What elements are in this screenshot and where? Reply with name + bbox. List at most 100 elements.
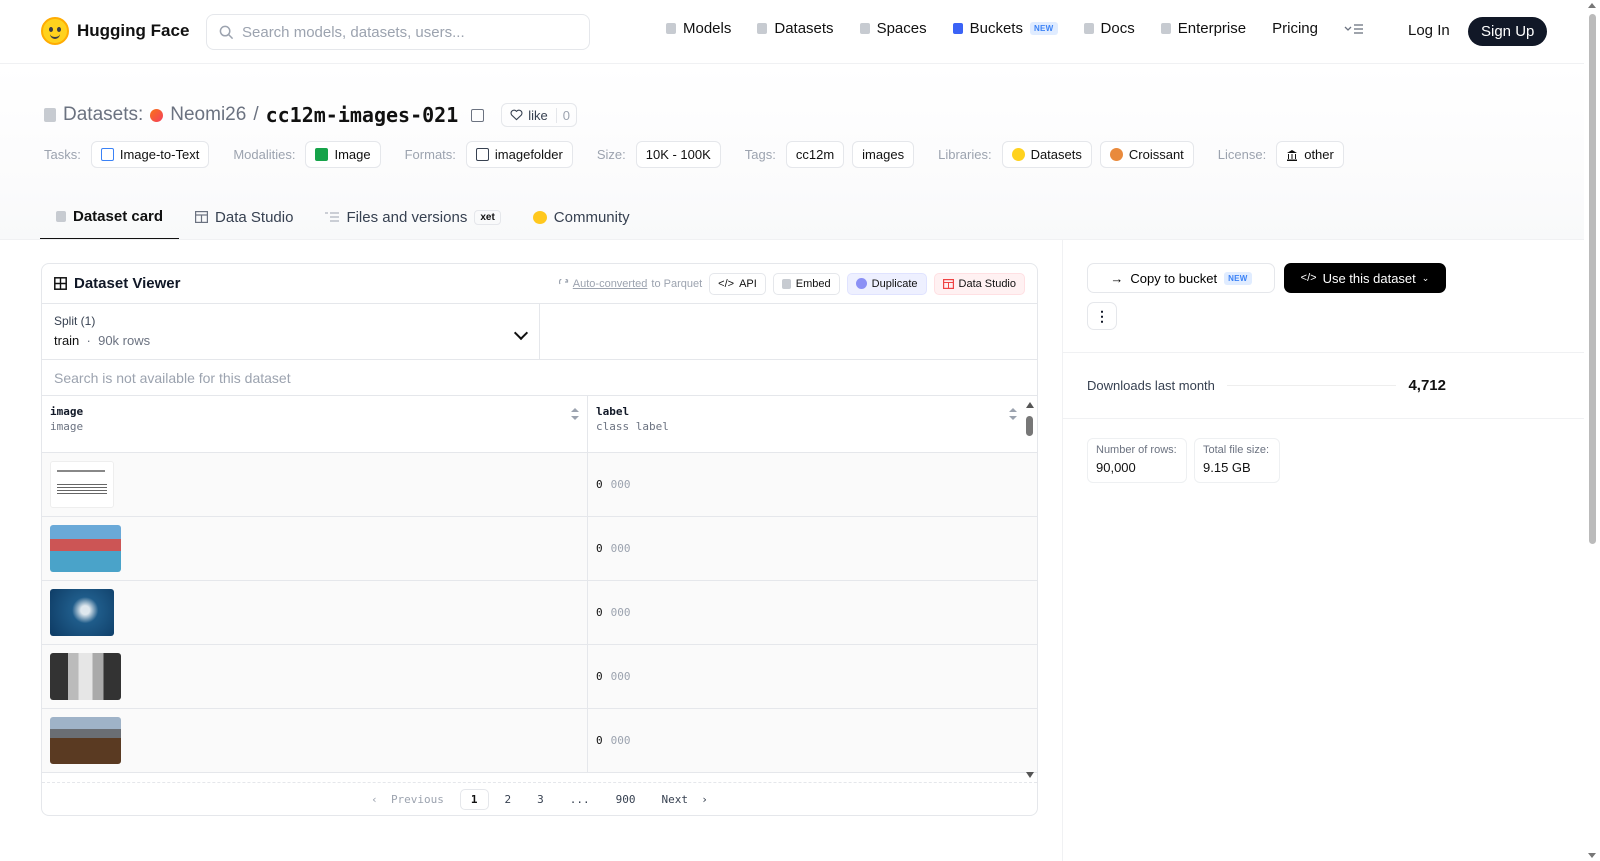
nav-docs[interactable]: Docs [1083,20,1135,37]
login-link[interactable]: Log In [1408,22,1450,39]
refresh-icon [558,278,568,284]
path-separator: / [253,104,259,125]
arrow-right-icon: → [1110,270,1124,286]
api-button[interactable]: </> API [709,272,766,295]
pagination: ‹ Previous 1 2 3 ... 900 Next › [42,782,1037,815]
image-thumbnail[interactable] [50,717,121,764]
downloads-value: 4,712 [1408,377,1446,394]
brand-logo[interactable]: Hugging Face [41,17,189,45]
code-icon: </> [718,277,735,290]
dataset-icon [44,108,56,122]
tag-license[interactable]: other [1276,141,1344,168]
page-2[interactable]: 2 [495,790,522,809]
tab-files-versions[interactable]: Files and versions xet [309,194,516,240]
downloads-stat: Downloads last month 4,712 [1087,377,1446,394]
files-icon [325,212,340,222]
dataset-card-icon [56,210,66,222]
nav-models[interactable]: Models [666,20,731,37]
column-header-image[interactable]: image image [42,396,588,452]
image-icon [315,148,329,161]
embed-icon [781,278,791,289]
image-thumbnail[interactable] [50,589,114,636]
search-input[interactable] [242,23,562,41]
data-studio-button[interactable]: Data Studio [933,272,1025,295]
section-label[interactable]: Datasets: [63,104,143,126]
duplicate-icon [855,278,867,289]
previous-page[interactable]: ‹ Previous [361,790,454,809]
search-icon [219,25,234,39]
page-1[interactable]: 1 [459,788,489,810]
table-row[interactable]: 0 000 [42,709,1037,773]
nav-datasets[interactable]: Datasets [757,20,834,37]
tab-community[interactable]: Community [517,194,646,240]
size-stat: Total file size: 9.15 GB [1194,438,1280,483]
tag-modality[interactable]: Image [305,141,381,168]
xet-badge: xet [474,209,501,225]
page-last[interactable]: 900 [606,790,646,809]
copy-icon[interactable] [471,108,485,122]
image-thumbnail[interactable] [50,525,121,572]
table-scrollbar[interactable] [1023,396,1037,782]
table-row[interactable]: 0 000 [42,517,1037,581]
column-header-label[interactable]: label class label [588,396,1025,452]
owner-avatar [150,108,164,122]
community-icon [532,210,547,224]
enterprise-icon [1160,23,1171,34]
buckets-icon [952,23,963,34]
tag-images[interactable]: images [852,141,915,168]
image-to-text-icon [100,148,114,161]
auto-converted-link[interactable]: Auto-converted to Parquet [558,278,702,290]
dataset-name[interactable]: cc12m-images-021 [266,103,459,127]
table-row[interactable]: 0 000 [42,645,1037,709]
split-title: Split (1) [54,314,96,328]
tag-cc12m[interactable]: cc12m [785,141,845,168]
page-3[interactable]: 3 [527,790,554,809]
table-icon [195,211,209,223]
nav-buckets[interactable]: Buckets NEW [952,20,1058,37]
image-thumbnail[interactable] [50,461,114,508]
table-icon [54,277,67,290]
image-thumbnail[interactable] [50,653,121,700]
next-page[interactable]: Next › [652,790,718,809]
license-icon [1287,149,1298,161]
split-selector[interactable]: Split (1) train · 90k rows [42,304,540,359]
nav-enterprise[interactable]: Enterprise [1160,20,1246,37]
tag-size[interactable]: 10K - 100K [635,141,721,168]
kebab-icon: ⋮ [1095,307,1109,324]
top-navbar: Hugging Face Models Datasets Spaces Buck… [0,0,1584,64]
owner-link[interactable]: Neomi26 [170,104,246,126]
sort-icon[interactable] [1009,408,1017,420]
more-options-button[interactable]: ⋮ [1087,302,1117,330]
duplicate-button[interactable]: Duplicate [846,272,927,295]
tag-format[interactable]: imagefolder [465,141,573,168]
tag-task[interactable]: Image-to-Text [90,141,210,168]
like-button[interactable]: like 0 [501,103,577,127]
sort-icon[interactable] [571,408,579,420]
repo-title: Datasets: Neomi26 / cc12m-images-021 lik… [44,103,577,127]
tag-library-datasets[interactable]: Datasets [1001,141,1092,168]
tag-row: Tasks: Image-to-Text Modalities: Image F… [44,141,1344,168]
table-row[interactable]: 0 000 [42,581,1037,645]
nav-more-menu[interactable] [1344,23,1364,35]
copy-to-bucket-button[interactable]: → Copy to bucket NEW [1087,263,1275,293]
embed-button[interactable]: Embed [772,272,840,295]
datasets-icon [757,23,768,34]
code-icon: </> [1300,272,1317,284]
tab-data-studio[interactable]: Data Studio [179,194,309,240]
chevron-down-icon: ⌄ [1421,272,1430,283]
page-scrollbar[interactable] [1584,0,1600,861]
tag-library-croissant[interactable]: Croissant [1099,141,1194,168]
nav-spaces[interactable]: Spaces [859,20,927,37]
tab-dataset-card[interactable]: Dataset card [40,194,180,240]
table-icon [942,278,954,289]
nav-pricing[interactable]: Pricing [1272,20,1318,37]
signup-button[interactable]: Sign Up [1468,17,1548,46]
use-dataset-button[interactable]: </> Use this dataset ⌄ [1284,263,1446,293]
heart-icon [510,109,523,121]
new-badge: NEW [1029,22,1058,35]
table-row[interactable]: 0 000 [42,453,1037,517]
hugging-face-icon [41,17,69,45]
croissant-icon [1109,148,1123,161]
new-badge: NEW [1224,271,1252,285]
global-search[interactable] [206,14,590,50]
